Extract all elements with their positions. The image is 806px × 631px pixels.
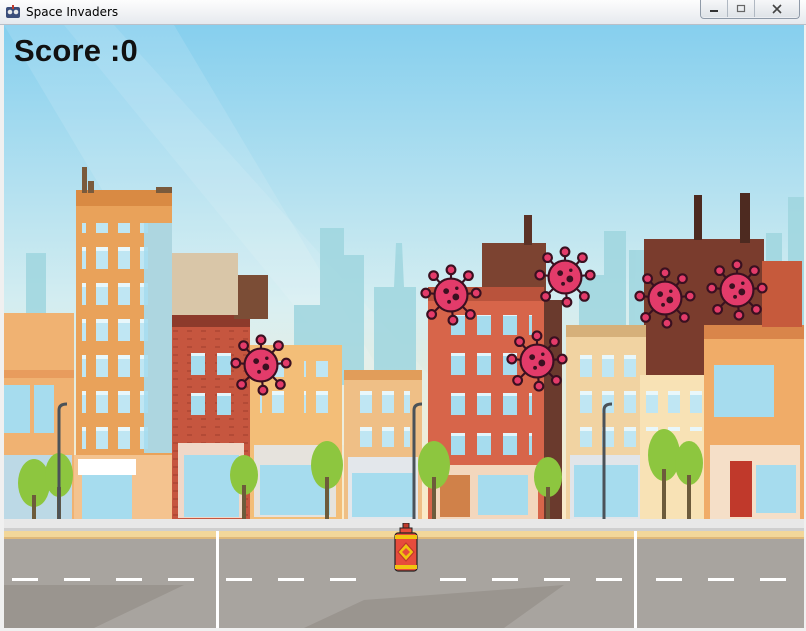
virus-enemy — [634, 267, 696, 329]
close-button[interactable] — [754, 0, 799, 17]
minimize-icon — [710, 9, 718, 12]
minimize-button[interactable] — [701, 0, 727, 17]
virus-enemy — [230, 334, 292, 396]
right-beige-building — [566, 325, 646, 520]
window-title: Space Invaders — [26, 5, 119, 19]
shop-building — [344, 370, 422, 520]
score-label: Score :0 — [14, 33, 138, 68]
window-controls — [700, 0, 800, 19]
virus-enemy — [506, 330, 568, 392]
virus-enemy — [706, 259, 768, 321]
game-canvas[interactable]: Score :0 — [4, 25, 804, 628]
close-icon — [772, 3, 782, 14]
virus-enemy — [420, 264, 482, 326]
player-spray-canister[interactable] — [393, 523, 419, 573]
maximize-button[interactable] — [727, 0, 754, 17]
window-titlebar[interactable]: Space Invaders — [0, 0, 806, 25]
virus-enemy — [534, 246, 596, 308]
game-app-icon — [6, 5, 20, 18]
maximize-icon — [736, 4, 746, 13]
tall-tower — [74, 167, 174, 521]
